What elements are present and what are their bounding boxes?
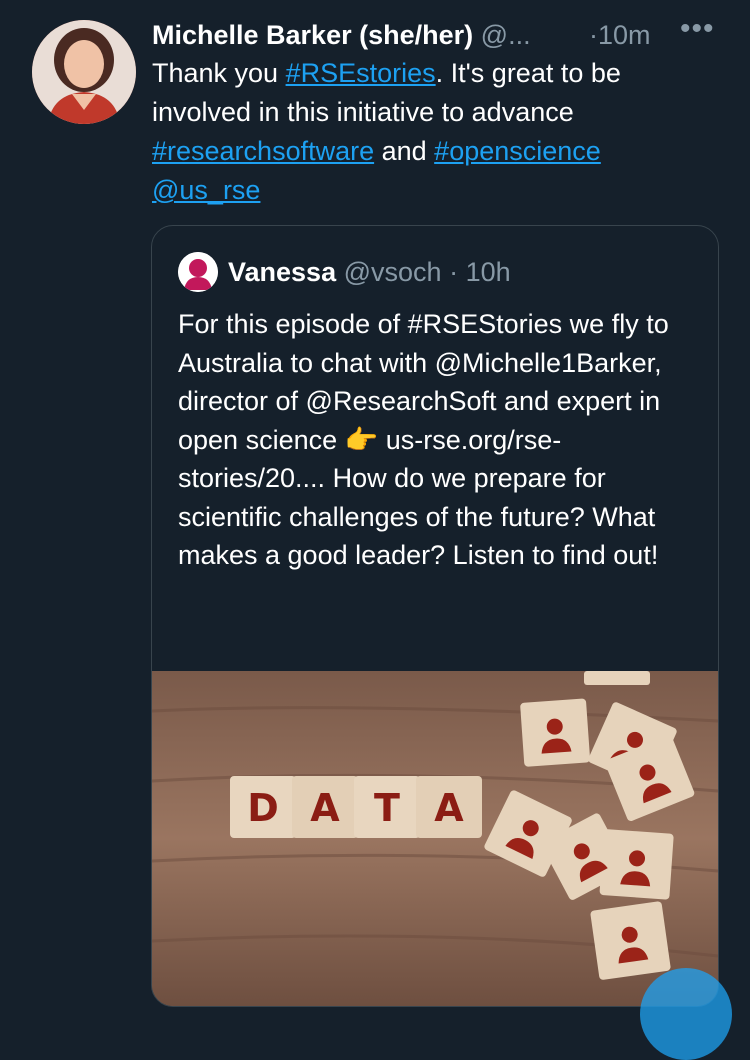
data-letter-block: D bbox=[247, 786, 279, 830]
hashtag-researchsoftware-link[interactable]: #researchsoftware bbox=[152, 136, 374, 166]
quoted-tweet-header: Vanessa @vsoch · 10h bbox=[228, 254, 708, 290]
tweet-text-segment: and bbox=[374, 136, 435, 166]
author-photo bbox=[32, 20, 136, 124]
author-name[interactable]: Michelle Barker (she/her) bbox=[152, 20, 473, 50]
data-letter-block: A bbox=[434, 786, 464, 830]
quoted-tweet-time[interactable]: · 10h bbox=[449, 257, 511, 287]
tweet-header: Michelle Barker (she/her) @... ·10m ••• bbox=[152, 12, 724, 54]
quoted-tweet-card[interactable]: Vanessa @vsoch · 10h For this episode of… bbox=[151, 225, 719, 1007]
data-blocks: D A T A bbox=[230, 776, 482, 838]
author-avatar[interactable] bbox=[32, 20, 136, 124]
data-letter-block: T bbox=[374, 786, 400, 830]
quoted-author-handle[interactable]: @vsoch bbox=[344, 257, 442, 287]
quoted-author-name[interactable]: Vanessa bbox=[228, 257, 336, 287]
mention-us-rse-link[interactable]: @us_rse bbox=[152, 175, 260, 205]
more-horizontal-icon[interactable]: ••• bbox=[680, 10, 715, 48]
author-handle[interactable]: @... bbox=[481, 20, 531, 50]
user-silhouette-icon[interactable] bbox=[178, 252, 218, 292]
hashtag-rsestories-link[interactable]: #RSEstories bbox=[286, 58, 436, 88]
hashtag-openscience-link[interactable]: #openscience bbox=[434, 136, 601, 166]
tweet-text: Thank you #RSEstories. It's great to be … bbox=[152, 54, 712, 210]
tweet-text-segment: Thank you bbox=[152, 58, 286, 88]
tweet-time[interactable]: ·10m bbox=[589, 16, 651, 54]
quoted-tweet-image[interactable]: D A T A bbox=[152, 671, 718, 1006]
data-letter-block: A bbox=[310, 786, 340, 830]
quoted-tweet-text: For this episode of #RSEStories we fly t… bbox=[178, 309, 669, 570]
